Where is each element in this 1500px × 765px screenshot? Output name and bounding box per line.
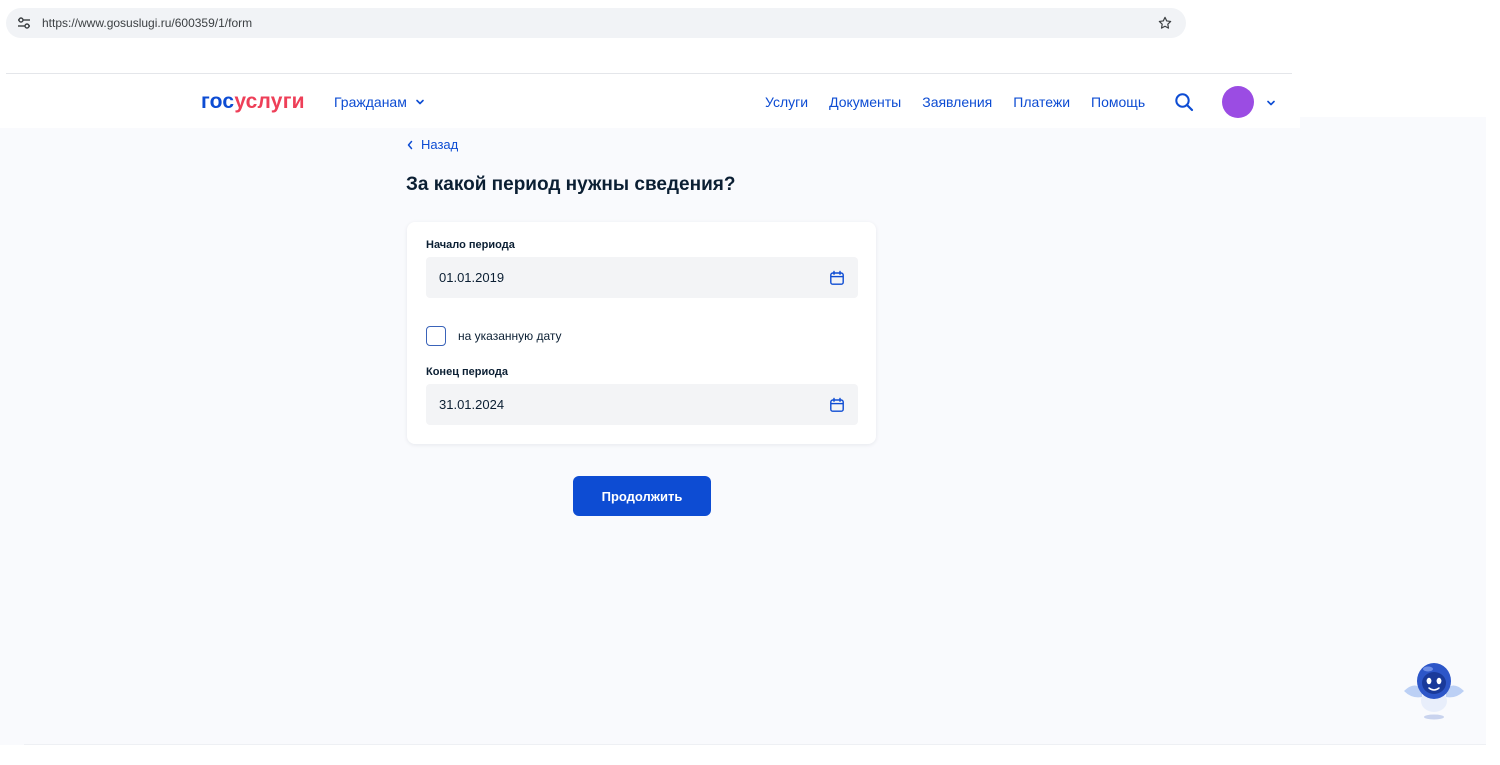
start-date-field[interactable]: 01.01.2019 <box>426 257 858 298</box>
nav-item-services[interactable]: Услуги <box>765 94 808 110</box>
back-link-label: Назад <box>421 137 459 152</box>
page-title: За какой период нужны сведения? <box>406 174 736 195</box>
specific-date-checkbox-row[interactable]: на указанную дату <box>426 326 562 346</box>
end-date-field[interactable]: 31.01.2024 <box>426 384 858 425</box>
specific-date-checkbox-label[interactable]: на указанную дату <box>458 329 562 343</box>
logo-part-uslugi: услуги <box>234 90 305 113</box>
content-bottom-border <box>24 744 1486 745</box>
nav-item-applications[interactable]: Заявления <box>922 94 992 110</box>
calendar-icon[interactable] <box>829 397 845 413</box>
chevron-down-icon[interactable] <box>1265 97 1277 109</box>
end-date-label: Конец периода <box>426 366 508 378</box>
start-date-label: Начало периода <box>426 239 515 251</box>
site-settings-icon[interactable] <box>16 15 32 31</box>
period-form-card: Начало периода 01.01.2019 на указанную д… <box>407 222 876 444</box>
chevron-left-icon <box>406 140 414 150</box>
chevron-down-icon <box>415 97 425 107</box>
specific-date-checkbox[interactable] <box>426 326 446 346</box>
robot-assistant-icon[interactable] <box>1400 655 1468 721</box>
audience-label: Гражданам <box>334 94 407 110</box>
back-link[interactable]: Назад <box>406 137 458 152</box>
nav-item-payments[interactable]: Платежи <box>1013 94 1070 110</box>
user-avatar[interactable] <box>1222 86 1254 118</box>
bookmark-star-icon[interactable] <box>1156 14 1174 32</box>
audience-selector[interactable]: Гражданам <box>334 94 425 110</box>
site-header: госуслуги Гражданам Услуги Документы Зая… <box>0 74 1300 128</box>
address-bar[interactable]: https://www.gosuslugi.ru/600359/1/form <box>6 8 1186 38</box>
gosuslugi-logo[interactable]: госуслуги <box>201 89 305 115</box>
logo-part-gos: гос <box>201 90 235 113</box>
url-text[interactable]: https://www.gosuslugi.ru/600359/1/form <box>42 16 1156 30</box>
nav-item-documents[interactable]: Документы <box>829 94 901 110</box>
search-icon[interactable] <box>1173 91 1195 113</box>
start-date-value[interactable]: 01.01.2019 <box>439 270 829 285</box>
continue-button[interactable]: Продолжить <box>573 476 711 516</box>
calendar-icon[interactable] <box>829 270 845 286</box>
main-nav: Услуги Документы Заявления Платежи Помощ… <box>765 94 1145 110</box>
nav-item-help[interactable]: Помощь <box>1091 94 1145 110</box>
end-date-value[interactable]: 31.01.2024 <box>439 397 829 412</box>
